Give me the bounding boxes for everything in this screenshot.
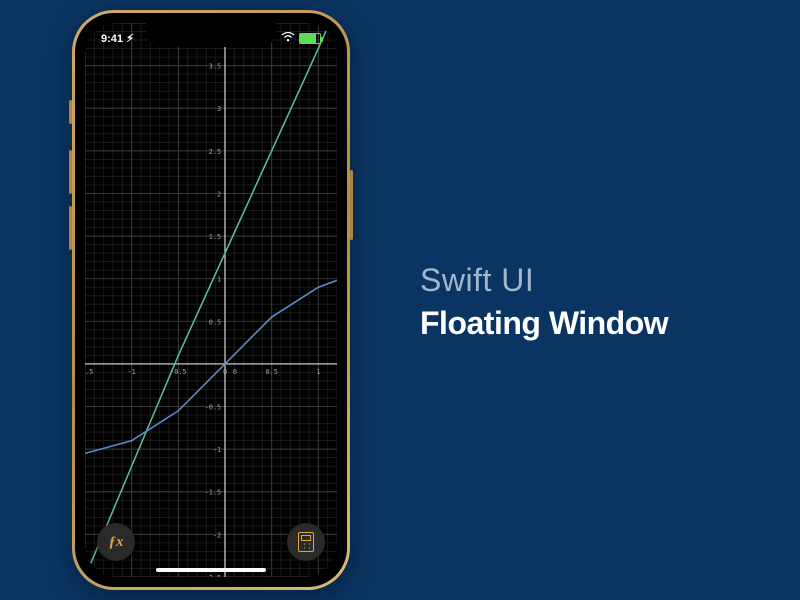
status-time: 9:41 ⚡︎ [101, 32, 134, 45]
svg-text:0.5: 0.5 [209, 318, 221, 326]
svg-text:-1: -1 [213, 446, 221, 454]
svg-text:1.5: 1.5 [209, 233, 221, 241]
volume-down-button [69, 206, 72, 250]
function-button[interactable]: ƒx [97, 523, 135, 561]
svg-text:2: 2 [217, 190, 221, 198]
svg-text:0: 0 [223, 368, 227, 376]
wifi-icon [281, 32, 295, 45]
headline: Swift UI Floating Window [420, 262, 668, 342]
svg-text:1: 1 [217, 276, 221, 284]
status-right [281, 32, 321, 45]
calculator-icon [298, 532, 314, 552]
volume-up-button [69, 150, 72, 194]
svg-text:2.5: 2.5 [209, 148, 221, 156]
stage: Swift UI Floating Window 9:41 ⚡︎ [0, 0, 800, 600]
notch [146, 23, 276, 47]
svg-text:-1: -1 [128, 368, 136, 376]
chart-svg[interactable]: -1.5-1-0.500.51-2.5-2-1.5-1-0.50.511.522… [85, 23, 337, 577]
home-indicator[interactable] [156, 568, 266, 572]
headline-line-1: Swift UI [420, 262, 668, 299]
phone-bezel: 9:41 ⚡︎ -1.5-1-0.500.51-2.5-2-1.5-1-0.50… [75, 13, 347, 587]
svg-text:0: 0 [233, 368, 237, 376]
svg-text:-1.5: -1.5 [85, 368, 93, 376]
mute-switch [69, 100, 72, 124]
svg-text:0.5: 0.5 [265, 368, 277, 376]
power-button [350, 170, 353, 240]
phone-frame: 9:41 ⚡︎ -1.5-1-0.500.51-2.5-2-1.5-1-0.50… [72, 10, 350, 590]
svg-text:-2.5: -2.5 [205, 574, 221, 577]
calculator-button[interactable] [287, 523, 325, 561]
svg-text:3.5: 3.5 [209, 63, 221, 71]
svg-text:-1.5: -1.5 [205, 489, 221, 497]
svg-text:-0.5: -0.5 [205, 403, 221, 411]
phone-screen: 9:41 ⚡︎ -1.5-1-0.500.51-2.5-2-1.5-1-0.50… [85, 23, 337, 577]
svg-text:3: 3 [217, 105, 221, 113]
svg-text:-2: -2 [213, 531, 221, 539]
svg-text:1: 1 [316, 368, 320, 376]
battery-icon [299, 33, 321, 44]
graph-area[interactable]: -1.5-1-0.500.51-2.5-2-1.5-1-0.50.511.522… [85, 23, 337, 577]
headline-line-2: Floating Window [420, 305, 668, 342]
fx-icon: ƒx [109, 534, 124, 551]
